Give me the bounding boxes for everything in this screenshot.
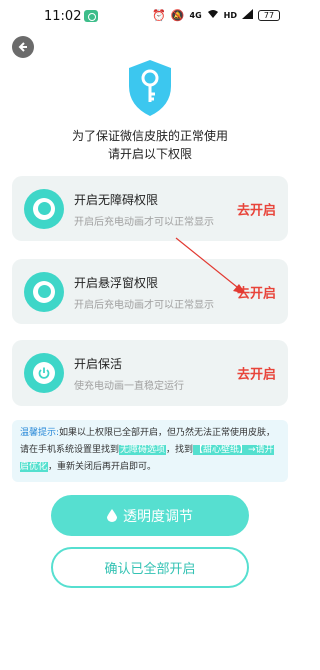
enable-overlay-button[interactable]: 去开启	[237, 282, 276, 301]
toggle-circle-icon	[24, 188, 64, 229]
enable-accessibility-button[interactable]: 去开启	[237, 199, 276, 218]
opacity-adjust-label: 透明度调节	[123, 508, 193, 525]
signal-icon	[242, 9, 253, 22]
confirm-label: 确认已全部开启	[104, 562, 196, 577]
confirm-all-enabled-button[interactable]: 确认已全部开启	[51, 547, 249, 588]
wifi-icon	[207, 9, 219, 22]
permission-title: 开启悬浮窗权限	[74, 276, 159, 290]
opacity-adjust-button[interactable]: 透明度调节	[51, 495, 249, 536]
intro-line-2: 请开启以下权限	[107, 147, 192, 161]
permission-subtitle: 使充电动画一直稳定运行	[74, 381, 184, 392]
enable-keepalive-button[interactable]: 去开启	[237, 364, 276, 383]
power-icon	[24, 353, 64, 393]
status-time: 11:02	[44, 9, 82, 24]
alarm-icon: ⏰	[152, 8, 166, 22]
droplet-icon	[107, 509, 117, 522]
tip-box: 温馨提示:如果以上权限已全部开启，但乃然无法正常使用皮肤，请在手机系统设置里找到…	[12, 420, 288, 482]
tip-highlight-accessibility: 无障碍选项	[119, 445, 167, 455]
back-button[interactable]	[12, 36, 34, 58]
back-arrow-icon	[18, 42, 27, 52]
permission-card-keepalive[interactable]: 开启保活 使充电动画一直稳定运行 去开启	[12, 340, 288, 406]
permission-card-accessibility[interactable]: 开启无障碍权限 开启后充电动画才可以正常显示 去开启	[12, 176, 288, 241]
network-label: 4G	[189, 11, 202, 20]
permission-subtitle: 开启后充电动画才可以正常显示	[74, 300, 214, 311]
mute-icon: 🔕	[170, 8, 185, 22]
toggle-circle-icon	[24, 271, 64, 312]
permission-subtitle: 开启后充电动画才可以正常显示	[74, 217, 214, 228]
key-shield-icon	[129, 60, 171, 116]
app-notification-icon	[84, 10, 98, 22]
intro-line-1: 为了保证微信皮肤的正常使用	[71, 129, 228, 143]
permission-card-overlay[interactable]: 开启悬浮窗权限 开启后充电动画才可以正常显示 去开启	[12, 259, 288, 324]
status-bar: 11:02 ⏰ 🔕 4G HD 77	[0, 0, 300, 30]
tip-label: 温馨提示:	[20, 428, 60, 438]
status-icons: ⏰ 🔕 4G HD 77	[152, 9, 280, 22]
tip-text: ，找到	[166, 445, 194, 455]
permission-title: 开启无障碍权限	[74, 193, 159, 207]
permission-title: 开启保活	[74, 357, 123, 371]
tip-text: ，重新关闭后再开启即可。	[48, 462, 157, 472]
hd-label: HD	[223, 11, 237, 20]
battery-indicator: 77	[258, 10, 280, 21]
